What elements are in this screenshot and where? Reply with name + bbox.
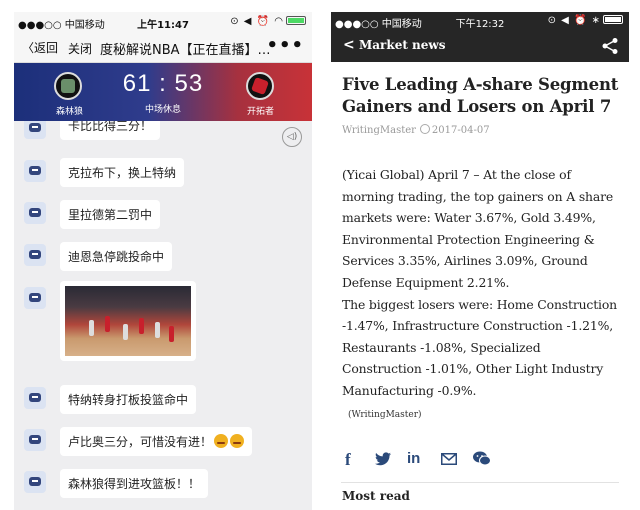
section-title: Market news xyxy=(359,38,446,52)
angry-emoji-icon xyxy=(214,434,229,448)
back-label: 返回 xyxy=(34,41,59,55)
twitter-icon[interactable] xyxy=(375,452,392,466)
most-read-heading: Most read xyxy=(342,489,410,503)
bot-avatar-icon xyxy=(24,287,46,309)
app-nav-bar: < Market news xyxy=(331,30,629,62)
message-text: 卢比奥三分，可惜没有进！ xyxy=(68,435,213,449)
angry-emoji-icon xyxy=(230,434,245,448)
sound-toggle-button[interactable]: ◁) xyxy=(282,127,302,147)
bot-avatar-icon xyxy=(24,387,46,409)
left-phone-screen: ●●●○○ 中国移动 上午11:47 ⊙ ◀ ⏰ ◠ 〈返回 关闭 度秘解说NB… xyxy=(14,12,312,510)
page-title: 度秘解说NBA【正在直播】… xyxy=(100,43,271,58)
scoreboard: 森林狼 61 : 53 中场休息 开拓者 xyxy=(14,63,312,121)
status-symbols: ⊙ ◀ ⏰ ∗ xyxy=(547,15,601,26)
wechat-icon[interactable] xyxy=(473,451,491,466)
article-paragraph: (Yicai Global) April 7 – At the close of… xyxy=(342,167,614,290)
more-menu-button[interactable]: ••• xyxy=(266,35,304,56)
game-photo[interactable] xyxy=(65,286,191,356)
right-phone-screen: ●●●○○ 中国移动 下午12:32 ⊙ ◀ ⏰ ∗ < Market news… xyxy=(331,12,629,510)
divider xyxy=(341,482,619,483)
message-bubble: 克拉布下，换上特纳 xyxy=(60,158,185,187)
author-link[interactable]: WritingMaster xyxy=(342,125,416,136)
bot-avatar-icon xyxy=(24,121,46,139)
battery-icon xyxy=(603,15,623,24)
message-bubble: 卢比奥三分，可惜没有进！ xyxy=(60,427,253,456)
article-paragraph: The biggest losers were: Home Constructi… xyxy=(342,296,617,398)
status-symbols: ⊙ ◀ ⏰ ◠ xyxy=(230,16,284,27)
battery-icon xyxy=(286,16,306,25)
message-bubble: 卡比比得三分！ xyxy=(60,121,161,140)
back-button[interactable]: 〈返回 xyxy=(22,39,58,56)
bot-avatar-icon xyxy=(24,202,46,224)
linkedin-icon[interactable]: in xyxy=(407,450,420,467)
message-bubble: 迪恩急停跳投命中 xyxy=(60,242,173,271)
share-icon[interactable] xyxy=(601,37,619,55)
chat-feed[interactable]: ◁) 卡比比得三分！ 克拉布下，换上特纳 里拉德第二罚中 迪恩急停跳投命中 特纳… xyxy=(14,121,312,510)
clock-icon xyxy=(419,124,430,134)
message-bubble: 里拉德第二罚中 xyxy=(60,200,161,229)
photo-bubble[interactable] xyxy=(60,281,196,361)
status-bar: ●●●○○ 中国移动 上午11:47 ⊙ ◀ ⏰ ◠ xyxy=(14,12,312,32)
article-byline: (WritingMaster) xyxy=(348,409,422,420)
share-bar: f in xyxy=(343,450,619,470)
publish-date: 2017-04-07 xyxy=(431,125,490,136)
message-bubble: 特纳转身打板投篮命中 xyxy=(60,385,197,414)
bot-avatar-icon xyxy=(24,244,46,266)
status-bar: ●●●○○ 中国移动 下午12:32 ⊙ ◀ ⏰ ∗ xyxy=(331,12,629,30)
close-button[interactable]: 关闭 xyxy=(68,40,92,57)
bot-avatar-icon xyxy=(24,429,46,451)
bot-avatar-icon xyxy=(24,160,46,182)
article: Five Leading A-share Segment Gainers and… xyxy=(342,74,619,420)
blazers-logo-icon xyxy=(246,72,274,100)
facebook-icon[interactable]: f xyxy=(345,450,351,470)
away-team-name: 开拓者 xyxy=(246,107,274,117)
article-headline: Five Leading A-share Segment Gainers and… xyxy=(342,75,619,116)
bot-avatar-icon xyxy=(24,471,46,493)
wechat-nav-bar: 〈返回 关闭 度秘解说NBA【正在直播】… ••• xyxy=(14,32,312,63)
article-meta: WritingMaster 2017-04-07 xyxy=(342,124,619,136)
status-icons: ⊙ ◀ ⏰ ∗ xyxy=(548,15,623,26)
status-icons: ⊙ ◀ ⏰ ◠ xyxy=(230,16,306,27)
chevron-left-icon: 〈 xyxy=(22,41,35,55)
mail-icon[interactable] xyxy=(441,453,457,465)
message-bubble: 森林狼得到进攻篮板！！ xyxy=(60,469,209,498)
chevron-left-icon[interactable]: < xyxy=(343,37,355,53)
